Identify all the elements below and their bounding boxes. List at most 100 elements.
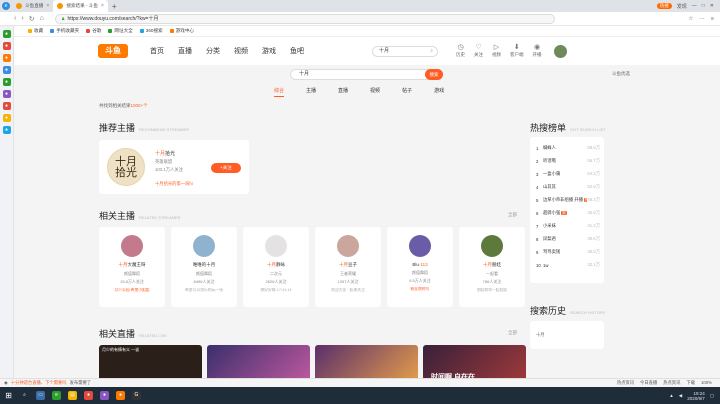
related-anchors-more-link[interactable]: 全部 [508,212,517,218]
sidebar-app-icon[interactable]: ● [2,54,11,62]
sidebar-app-icon[interactable]: ● [2,126,11,134]
forward-icon[interactable]: › [21,15,23,22]
bookmark-item[interactable]: 收藏 [28,28,43,34]
volume-icon[interactable]: ◀ [679,393,682,399]
nav-live[interactable]: 直播 [178,46,192,56]
search-icon[interactable]: ⌕ [430,47,433,56]
sidebar-app-icon[interactable]: ● [2,78,11,86]
douyu-logo[interactable]: 斗鱼 [98,44,128,58]
tab-game[interactable]: 游戏 [434,87,444,97]
anchor-card[interactable]: 十月豆子 王者荣耀 1397人关注 欢迎大家 · 起来关注 [315,227,381,307]
network-icon[interactable]: ▲ [669,393,673,398]
anchor-avatar[interactable] [481,235,503,257]
follow-button[interactable]: +关注 [211,163,241,173]
hot-item[interactable]: 1 蜘蛛人 58.6万 [536,143,600,153]
anchor-avatar[interactable]: 十月 拾光 [107,148,145,186]
sidebar-app-icon[interactable]: ● [2,66,11,74]
hot-item[interactable]: 10 1w 32.1万 [536,260,600,270]
hot-item[interactable]: 8 凤梨君 39.6万 [536,234,600,244]
status-item[interactable]: 热点资讯 [617,380,634,386]
extensions-icon[interactable]: ⋯ [699,16,705,22]
search-icon[interactable]: ⌕ [20,391,29,400]
bookmark-item[interactable]: 网址大全 [108,28,133,34]
anchor-card[interactable]: 十月大魔王呀 颜值舞蹈 15.8万人关注 月少公园 希望小姐姐 [99,227,165,307]
star-icon[interactable]: ☆ [688,16,693,22]
taskbar-clock[interactable]: 19:24 2020/9/7 [687,391,705,401]
anchor-name[interactable]: 十月拾光 [155,150,175,157]
taskview-icon[interactable]: ▭ [36,391,45,400]
anchor-card[interactable]: 十月静咏 二次元 2626人关注 想好好睡 17:41:14 [243,227,309,307]
start-live-button[interactable]: ◉ 开播 [533,44,542,58]
download-button[interactable]: ⬇ 客户端 [510,44,524,58]
browser-tab-2[interactable]: 搜索结果 - 斗鱼 × [53,0,108,12]
sidebar-app-icon[interactable]: ● [2,30,11,38]
back-icon[interactable]: ‹ [14,15,16,22]
sidebar-app-icon[interactable]: ● [2,114,11,122]
nav-yuba[interactable]: 鱼吧 [290,46,304,56]
notification-icon[interactable]: ▢ [710,393,714,399]
nav-category[interactable]: 分类 [206,46,220,56]
tab-all[interactable]: 综合 [274,87,285,97]
hot-pill[interactable]: 热搜 [656,3,672,9]
follow-button[interactable]: ♡ 关注 [474,44,483,58]
anchor-avatar[interactable] [337,235,359,257]
bookmark-item[interactable]: 游戏中心 [169,28,194,34]
sidebar-app-icon[interactable]: ● [2,102,11,110]
discover-link[interactable]: 发现 [677,3,687,10]
tab-post[interactable]: 帖子 [402,87,412,97]
status-item[interactable]: 今日直播 [640,380,657,386]
hot-item[interactable]: 2 听话哦 56.7万 [536,156,600,166]
fallback-link[interactable]: 斗鱼优选 [612,71,630,77]
close-tab-icon[interactable]: × [46,3,49,9]
history-item[interactable]: 十月 [536,332,545,338]
close-window-icon[interactable]: ✕ [710,3,714,9]
anchor-card[interactable]: 十月朋娃 一起看 786人关注 朋娃和你一起娃娃 [459,227,525,307]
anchor-avatar[interactable] [265,235,287,257]
browser-tab-1[interactable]: 斗鱼直播 × [12,0,53,12]
header-search-input[interactable]: 十月 ⌕ [372,45,438,57]
anchor-avatar[interactable] [121,235,143,257]
hot-item[interactable]: 4 山其其 52.5万 [536,182,600,192]
nav-video[interactable]: 视频 [234,46,248,56]
zoom-level[interactable]: 100% [701,380,712,386]
hot-item[interactable]: 9 骂骂卖钱 36.2万 [536,247,600,257]
app-taskbar-icon[interactable]: ● [116,391,125,400]
related-live-more-link[interactable]: 全部 [508,330,517,336]
status-item[interactable]: 下载 [686,380,695,386]
hot-item[interactable]: 6 超骑小强新 45.6万 [536,208,600,218]
video-button[interactable]: ▷ 视频 [492,44,501,58]
anchor-avatar[interactable] [409,235,431,257]
bookmark-item[interactable]: 手机收藏夹 [50,28,79,34]
recommended-anchor-card[interactable]: 十月 拾光 十月拾光 英雄联盟 103.1万人关注 十月拾光的第一局hi +关注 [99,140,249,194]
user-avatar[interactable] [553,44,567,58]
new-tab-icon[interactable]: + [108,2,121,11]
anchor-live-title[interactable]: 十月拾光的第一局hi [155,181,193,187]
start-icon[interactable]: ⊞ [4,391,13,400]
tab-live[interactable]: 直播 [338,87,348,97]
menu-icon[interactable]: ≡ [711,16,714,22]
close-tab-icon[interactable]: × [101,3,104,9]
app-taskbar-icon[interactable]: G [132,391,141,400]
minimize-icon[interactable]: — [692,3,697,9]
url-field[interactable]: 🔒︎ https://www.douyu.com/search/?kw=十月 [54,13,555,24]
hot-item[interactable]: 5 边草小帝非组播 开播热 48.3万 [536,195,600,205]
sidebar-app-icon[interactable]: ● [2,42,11,50]
maximize-icon[interactable]: □ [702,3,705,9]
anchor-avatar[interactable] [193,235,215,257]
hot-item[interactable]: 7 小米妹 41.2万 [536,221,600,231]
anchor-card[interactable]: 唯唯的十月 颜值舞蹈 6496人关注 希望可以快乐的玩一场 [171,227,237,307]
bookmark-item[interactable]: 360搜索 [139,28,163,34]
status-news-link[interactable]: 发布需要了 [70,380,91,386]
search-button[interactable]: 搜索 [425,69,443,80]
anchor-card[interactable]: Blu·113 颜值舞蹈 6.5万人关注 粉丝牌称号 [387,227,453,307]
history-button[interactable]: ◷ 历史 [456,44,465,58]
bookmark-item[interactable]: 谷歌 [86,28,101,34]
app-taskbar-icon[interactable]: ● [100,391,109,400]
tab-video[interactable]: 视频 [370,87,380,97]
tab-anchor[interactable]: 主播 [306,87,316,97]
browser-taskbar-icon[interactable]: e [52,391,61,400]
home-icon[interactable]: ⌂ [40,15,44,22]
sidebar-app-icon[interactable]: ● [2,90,11,98]
status-item[interactable]: 热点资讯 [663,380,680,386]
refresh-icon[interactable]: ↻ [29,15,35,23]
